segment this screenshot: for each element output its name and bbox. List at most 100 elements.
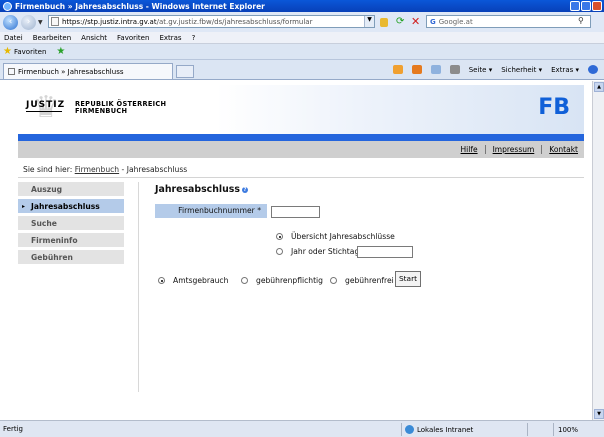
home-icon[interactable]	[392, 65, 403, 74]
add-favorite-icon[interactable]: ★	[56, 46, 65, 57]
menu-bearbeiten[interactable]: Bearbeiten	[33, 34, 71, 42]
page-icon	[51, 17, 59, 26]
search-input[interactable]: G Google.at	[426, 15, 591, 28]
link-kontakt[interactable]: Kontakt	[542, 145, 578, 154]
label-stichtag: Jahr oder Stichtag	[291, 247, 360, 256]
label-gebuehrenfrei: gebührenfrei	[345, 276, 394, 285]
lock-icon[interactable]	[380, 18, 388, 27]
menu-extras[interactable]: Extras	[159, 34, 181, 42]
label-amtsgebrauch: Amtsgebrauch	[173, 276, 229, 285]
republik-label: REPUBLIK ÖSTERREICH FIRMENBUCH	[75, 101, 166, 115]
zone-label: Lokales Intranet	[417, 425, 474, 434]
start-button[interactable]: Start	[395, 271, 421, 287]
link-hilfe[interactable]: Hilfe	[454, 145, 486, 154]
label-uebersicht: Übersicht Jahresabschlüsse	[291, 232, 395, 241]
breadcrumb-prefix: Sie sind hier:	[23, 165, 73, 174]
link-impressum[interactable]: Impressum	[486, 145, 543, 154]
ie-logo-icon	[3, 1, 12, 11]
tab-page-icon	[8, 68, 15, 75]
status-text: Fertig	[3, 425, 23, 433]
page-title: Jahresabschluss?	[155, 184, 248, 195]
maximize-button[interactable]	[581, 1, 591, 11]
nav-item-firmeninfo[interactable]: Firmeninfo	[18, 233, 124, 247]
vertical-scrollbar[interactable]: ▲ ▼	[592, 81, 604, 420]
address-dropdown-icon[interactable]: ▼	[364, 16, 374, 27]
sicherheit-menu[interactable]: Sicherheit ▾	[501, 66, 542, 74]
favorites-star-icon[interactable]: ★	[3, 46, 12, 57]
left-nav: Auszug ▸ Jahresabschluss Suche Firmeninfo…	[18, 182, 124, 267]
active-bullet-icon: ▸	[22, 203, 26, 210]
stichtag-input[interactable]	[357, 246, 413, 258]
scroll-up-icon[interactable]: ▲	[594, 82, 604, 92]
nav-item-label: Gebühren	[31, 252, 73, 262]
tab-bar: Firmenbuch » Jahresabschluss Seite ▾ Sic…	[0, 60, 604, 80]
breadcrumb-divider	[18, 177, 584, 178]
header-blue-band	[18, 134, 584, 141]
top-links: Hilfe Impressum Kontakt	[18, 141, 584, 158]
new-tab-button[interactable]	[176, 65, 194, 78]
menu-datei[interactable]: Datei	[4, 34, 23, 42]
page-content: ♛ JUSTIZ REPUBLIK ÖSTERREICH FIRMENBUCH …	[3, 81, 592, 420]
breadcrumb-separator: -	[119, 165, 127, 174]
justiz-logo: ♛ JUSTIZ	[24, 93, 70, 124]
menu-bar: Datei Bearbeiten Ansicht Favoriten Extra…	[0, 32, 604, 44]
help-menu-icon[interactable]	[588, 65, 598, 74]
republik-line2: FIRMENBUCH	[75, 107, 128, 115]
radio-gebuehrenpflichtig[interactable]	[241, 277, 248, 284]
command-bar: Seite ▾ Sicherheit ▾ Extras ▾	[392, 65, 598, 74]
fb-logo: FB	[538, 95, 570, 120]
protected-mode-icon[interactable]	[527, 423, 528, 436]
favorites-button[interactable]: Favoriten	[14, 48, 46, 56]
zoom-label: 100%	[558, 425, 579, 434]
search-placeholder: Google.at	[438, 17, 473, 26]
firmenbuchnummer-label: Firmenbuchnummer *	[155, 204, 267, 218]
url-host: https://stp.justiz.intra.gv.at	[62, 17, 157, 26]
intranet-globe-icon	[405, 425, 414, 434]
menu-favoriten[interactable]: Favoriten	[117, 34, 149, 42]
radio-uebersicht[interactable]	[276, 233, 283, 240]
help-icon[interactable]: ?	[241, 187, 248, 193]
back-button[interactable]: ‹	[3, 14, 18, 30]
justiz-logo-text: JUSTIZ	[26, 100, 66, 110]
breadcrumb-link-firmenbuch[interactable]: Firmenbuch	[75, 165, 119, 174]
menu-ansicht[interactable]: Ansicht	[81, 34, 107, 42]
nav-item-label: Jahresabschluss	[31, 201, 100, 211]
breadcrumb-current: Jahresabschluss	[126, 165, 188, 174]
address-toolbar: ‹ › ▼ https://stp.justiz.intra.gv.at/at.…	[0, 12, 604, 32]
tab-label: Firmenbuch » Jahresabschluss	[18, 67, 124, 76]
forward-button[interactable]: ›	[21, 14, 36, 30]
scroll-down-icon[interactable]: ▼	[594, 409, 604, 419]
tab-firmenbuch[interactable]: Firmenbuch » Jahresabschluss	[3, 63, 173, 79]
nav-item-label: Suche	[31, 218, 57, 228]
history-dropdown-icon[interactable]: ▼	[38, 19, 43, 26]
radio-gebuehrenfrei[interactable]	[330, 277, 337, 284]
url-path: /at.gv.justiz.fbw/ds/jahresabschluss/for…	[156, 17, 313, 26]
zoom-control[interactable]: 100%	[553, 423, 578, 436]
nav-item-jahresabschluss[interactable]: ▸ Jahresabschluss	[18, 199, 124, 213]
seite-menu[interactable]: Seite ▾	[469, 66, 493, 74]
feeds-icon[interactable]	[411, 65, 422, 74]
print-icon[interactable]	[449, 65, 460, 74]
refresh-icon[interactable]: ⟳	[396, 16, 407, 27]
search-go-icon[interactable]: ⚲	[578, 16, 584, 25]
firmenbuchnummer-input[interactable]	[271, 206, 320, 218]
nav-item-label: Firmeninfo	[31, 235, 78, 245]
nav-item-label: Auszug	[31, 184, 63, 194]
nav-item-suche[interactable]: Suche	[18, 216, 124, 230]
page-title-text: Jahresabschluss	[155, 184, 240, 195]
favorites-bar: ★ Favoriten ★	[0, 44, 604, 60]
page-header: ♛ JUSTIZ REPUBLIK ÖSTERREICH FIRMENBUCH …	[18, 85, 584, 135]
radio-stichtag[interactable]	[276, 248, 283, 255]
close-window-button[interactable]	[592, 1, 602, 11]
mail-icon[interactable]	[430, 65, 441, 74]
radio-amtsgebrauch[interactable]	[158, 277, 165, 284]
nav-item-auszug[interactable]: Auszug	[18, 182, 124, 196]
security-zone[interactable]: Lokales Intranet	[401, 423, 473, 436]
menu-help[interactable]: ?	[192, 34, 196, 42]
nav-item-gebuehren[interactable]: Gebühren	[18, 250, 124, 264]
extras-menu[interactable]: Extras ▾	[551, 66, 579, 74]
stop-icon[interactable]: ✕	[411, 15, 420, 28]
address-input[interactable]: https://stp.justiz.intra.gv.at/at.gv.jus…	[48, 15, 375, 28]
minimize-button[interactable]	[570, 1, 580, 11]
window-titlebar: Firmenbuch » Jahresabschluss - Windows I…	[0, 0, 604, 12]
